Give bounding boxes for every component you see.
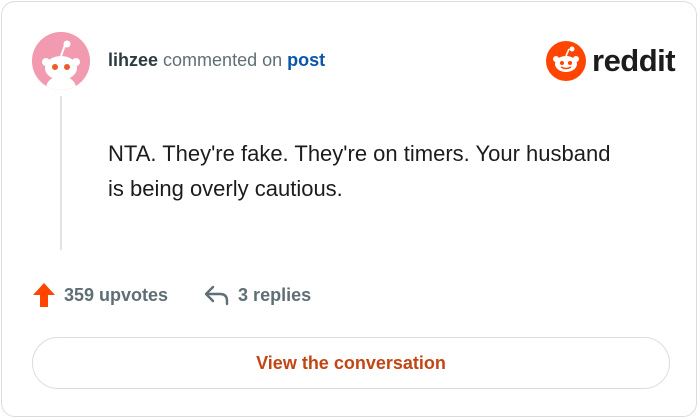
- reply-arrow-icon: [204, 285, 229, 306]
- comment-header: lihzee commented on post: [108, 49, 325, 71]
- post-link[interactable]: post: [287, 50, 325, 70]
- comment-action-text: commented on: [163, 50, 283, 70]
- comment-actions: 359 upvotes 3 replies: [32, 280, 311, 310]
- comment-body: NTA. They're fake. They're on timers. Yo…: [108, 141, 611, 201]
- username[interactable]: lihzee: [108, 50, 158, 70]
- view-conversation-button[interactable]: View the conversation: [32, 337, 670, 389]
- replies-button[interactable]: 3 replies: [204, 284, 311, 306]
- reddit-wordmark: reddit: [592, 43, 676, 78]
- user-avatar[interactable]: [32, 32, 90, 90]
- reddit-logo-icon: [546, 41, 586, 81]
- upvote-count: 359 upvotes: [64, 284, 169, 305]
- comment-embed-card: lihzee commented on post reddit NTA. The…: [1, 1, 697, 417]
- thread-line: [60, 96, 62, 250]
- snoo-avatar-icon: [32, 32, 90, 90]
- reddit-logo[interactable]: reddit: [546, 41, 676, 81]
- replies-count: 3 replies: [238, 284, 312, 305]
- upvote-arrow-icon: [33, 283, 55, 307]
- upvote-button[interactable]: 359 upvotes: [32, 282, 168, 308]
